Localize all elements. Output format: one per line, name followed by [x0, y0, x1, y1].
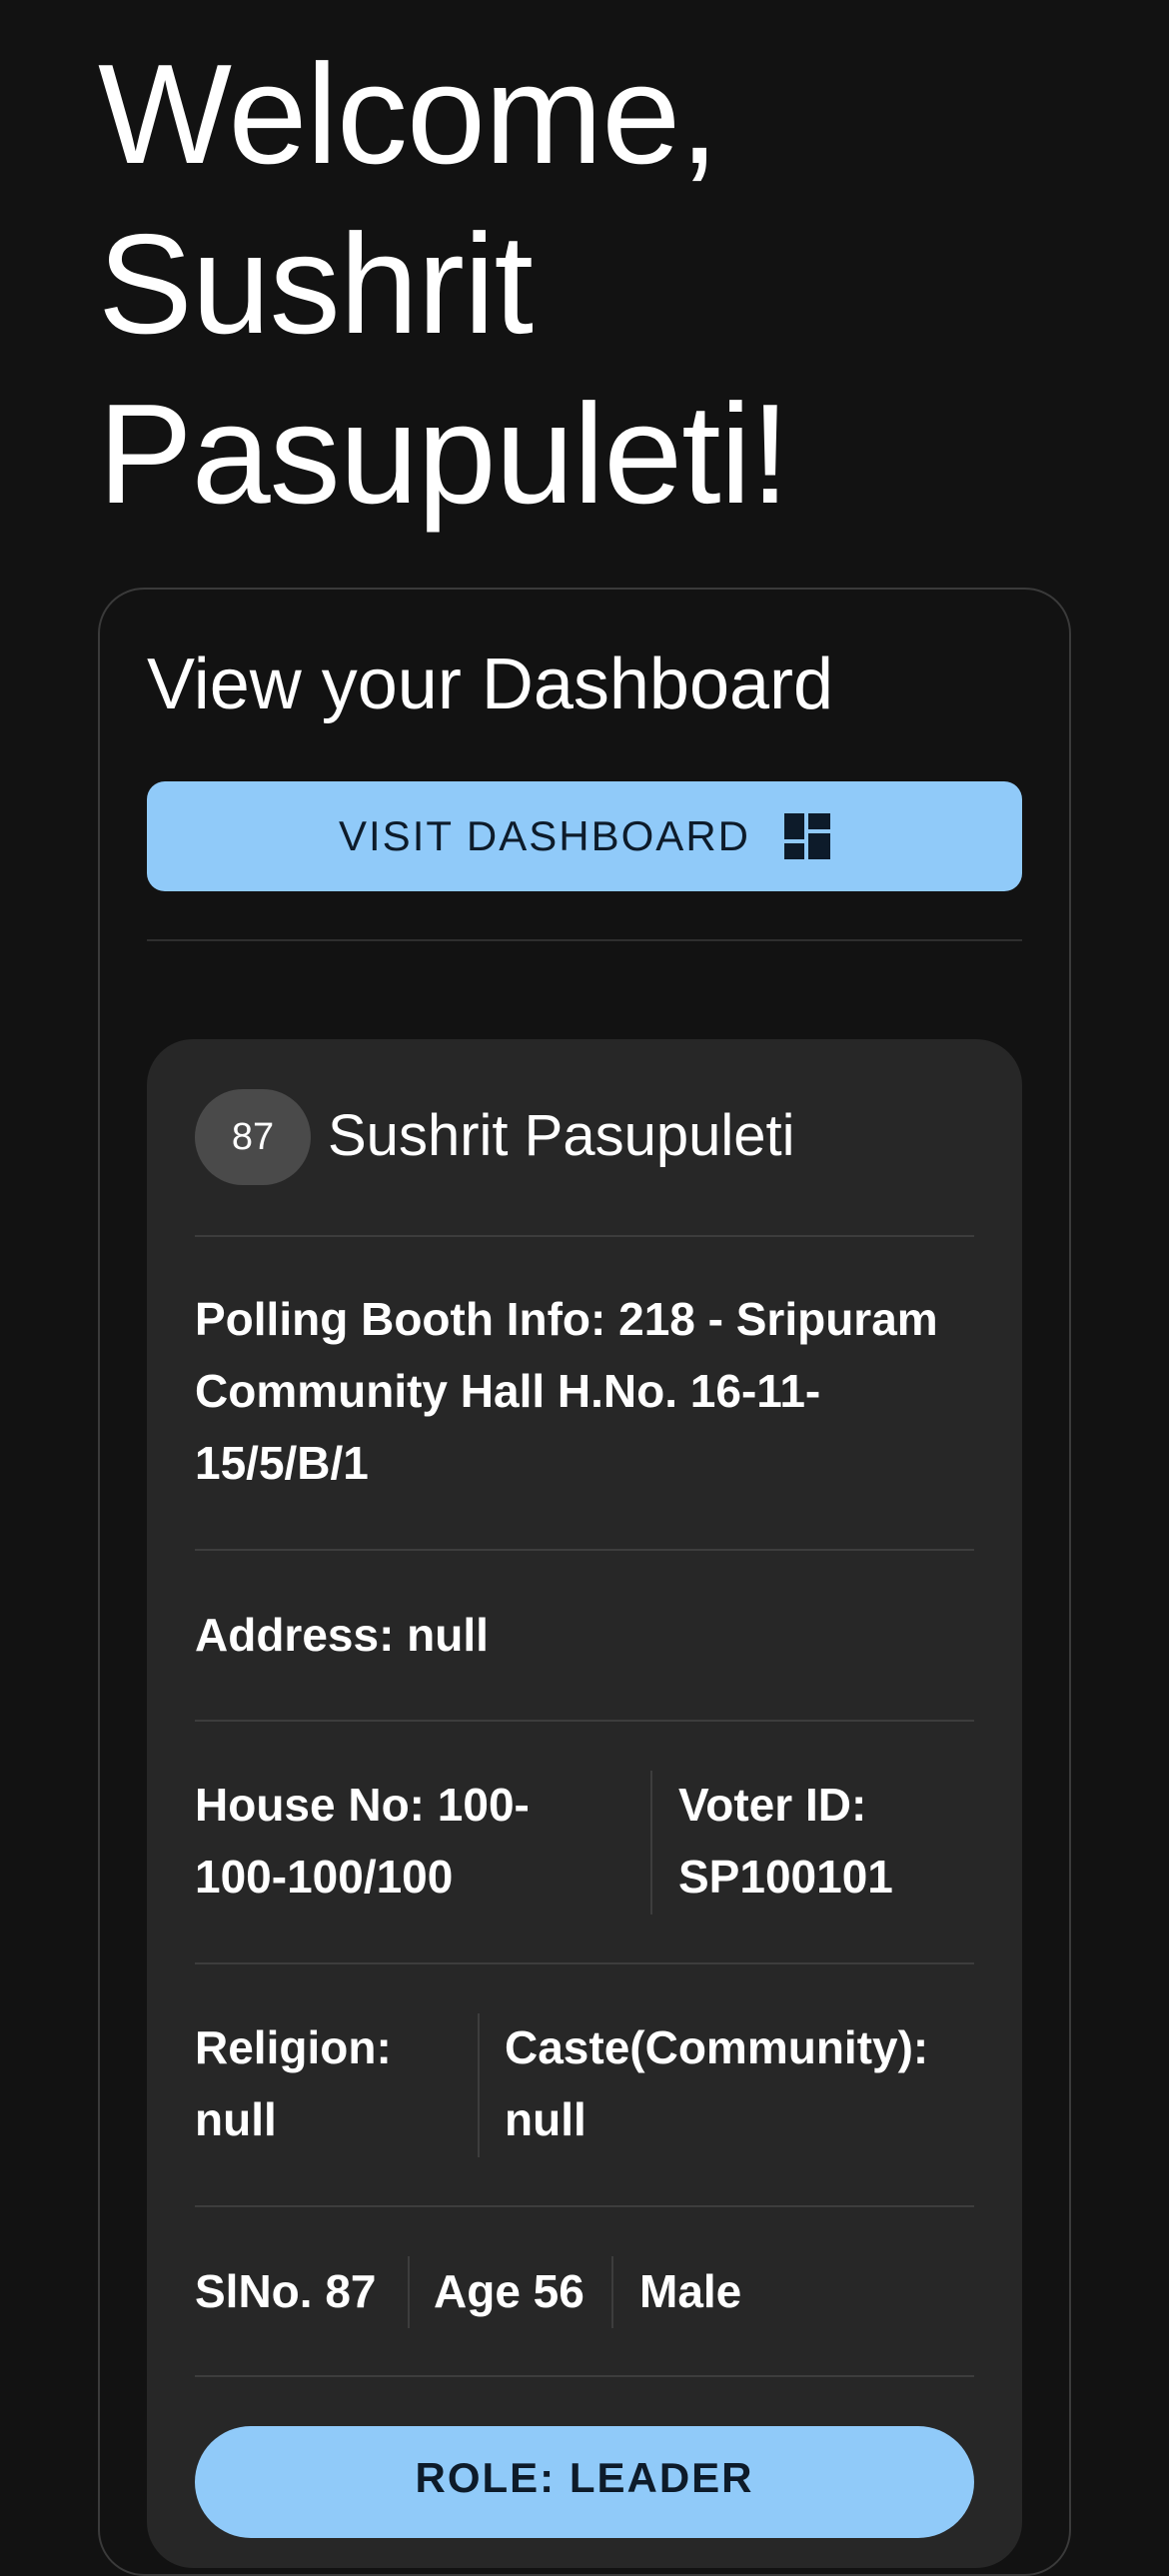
religion-line-2: null	[195, 2093, 277, 2145]
caste-line-2: null	[505, 2093, 586, 2145]
vertical-divider	[478, 2013, 480, 2157]
visit-dashboard-button[interactable]: VISIT DASHBOARD	[147, 781, 1022, 891]
welcome-heading: Welcome, Sushrit Pasupuleti!	[98, 30, 1077, 540]
welcome-line-2: Sushrit	[98, 205, 534, 364]
slno-info: SlNo. 87	[195, 2265, 377, 2317]
divider	[195, 1235, 974, 1237]
voter-id-line-2: SP100101	[678, 1851, 893, 1903]
vertical-divider	[611, 2256, 613, 2328]
voter-id-line-1: Voter ID:	[678, 1779, 867, 1831]
dashboard-icon	[783, 813, 830, 859]
card-divider	[147, 939, 1022, 941]
voter-name: Sushrit Pasupuleti	[328, 1103, 795, 1168]
caste-line-1: Caste(Community):	[505, 2021, 929, 2073]
divider	[195, 1720, 974, 1722]
house-no-line-1: House No: 100-	[195, 1779, 530, 1831]
role-button[interactable]: ROLE: LEADER	[195, 2426, 974, 2538]
role-label: ROLE: LEADER	[415, 2454, 754, 2501]
visit-dashboard-label: VISIT DASHBOARD	[339, 812, 750, 859]
welcome-line-3: Pasupuleti!	[98, 375, 790, 534]
divider	[195, 1962, 974, 1964]
avatar-text: 87	[231, 1115, 275, 1158]
house-no-line-2: 100-100/100	[195, 1851, 454, 1903]
vertical-divider	[408, 2256, 410, 2328]
divider	[195, 1549, 974, 1551]
age-info: Age 56	[434, 2265, 584, 2317]
polling-booth-line-2: Community Hall H.No. 16-11-	[195, 1365, 821, 1417]
polling-booth-line-1: Polling Booth Info: 218 - Sripuram	[195, 1293, 938, 1345]
vertical-divider	[650, 1771, 652, 1915]
house-no-info: House No: 100- 100-100/100	[195, 1769, 530, 1913]
address-info: Address: null	[195, 1609, 489, 1661]
caste-info: Caste(Community): null	[505, 2011, 928, 2155]
religion-info: Religion: null	[195, 2011, 392, 2155]
polling-booth-line-3: 15/5/B/1	[195, 1437, 369, 1489]
voter-id-info: Voter ID: SP100101	[678, 1769, 893, 1913]
dashboard-card-title: View your Dashboard	[147, 644, 834, 724]
religion-line-1: Religion:	[195, 2021, 392, 2073]
avatar: 87	[195, 1089, 311, 1185]
gender-info: Male	[639, 2265, 742, 2317]
polling-booth-info: Polling Booth Info: 218 - Sripuram Commu…	[195, 1283, 938, 1499]
divider	[195, 2375, 974, 2377]
divider	[195, 2205, 974, 2207]
welcome-line-1: Welcome,	[98, 35, 719, 194]
